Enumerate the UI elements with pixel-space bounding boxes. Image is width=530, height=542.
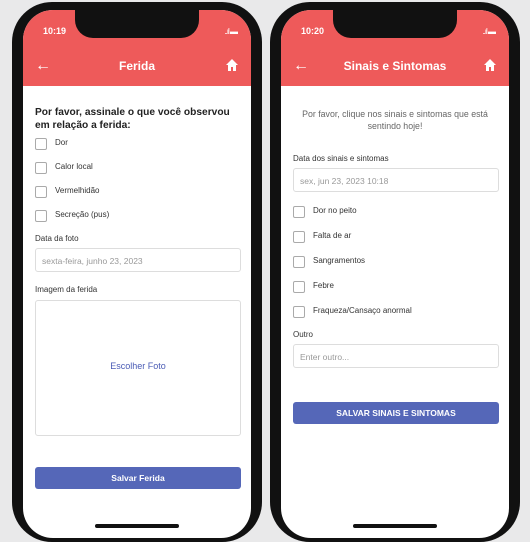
phone-frame-wound: 10:19 ..ıl ▬ ← Ferida Por favor, assinal… <box>12 2 262 542</box>
home-icon[interactable] <box>483 58 497 72</box>
checkbox[interactable] <box>35 210 47 222</box>
checkbox-label: Dor no peito <box>313 206 357 215</box>
checkbox[interactable] <box>35 162 47 174</box>
app-header: ← Ferida <box>23 48 251 86</box>
checkbox-label: Calor local <box>55 162 93 171</box>
wound-image-label: Imagem da ferida <box>35 285 98 294</box>
notch <box>333 10 457 38</box>
signal-icon: ..ıl ▬ <box>224 27 238 36</box>
checkbox-label: Secreção (pus) <box>55 210 110 219</box>
wound-question: Por favor, assinale o que você observou … <box>35 107 230 131</box>
checkbox-label: Dor <box>55 138 68 147</box>
photo-date-field[interactable]: sexta-feira, junho 23, 2023 <box>35 248 241 272</box>
home-indicator <box>353 524 437 528</box>
notch <box>75 10 199 38</box>
wound-screen: 10:19 ..ıl ▬ ← Ferida Por favor, assinal… <box>23 10 251 538</box>
page-title: Ferida <box>118 59 155 73</box>
status-time: 10:20 <box>301 26 325 36</box>
symptoms-intro: Por favor, clique nos sinais e sintomas … <box>302 109 488 131</box>
symptoms-screen: 10:20 ..ıl ▬ ← Sinais e Sintomas Por fav… <box>281 10 509 538</box>
save-symptoms-button[interactable]: SALVAR SINAIS E SINTOMAS <box>293 402 499 424</box>
checkbox-label: Sangramentos <box>313 256 366 265</box>
home-indicator <box>95 524 179 528</box>
other-label: Outro <box>293 330 314 339</box>
symptoms-date-label: Data dos sinais e sintomas <box>293 154 389 163</box>
symptoms-form: Por favor, clique nos sinais e sintomas … <box>281 86 509 538</box>
phone-frame-symptoms: 10:20 ..ıl ▬ ← Sinais e Sintomas Por fav… <box>270 2 520 542</box>
status-time: 10:19 <box>43 26 67 36</box>
status-bar: 10:20 ..ıl ▬ <box>281 10 509 48</box>
wound-image-box[interactable]: Escolher Foto <box>35 300 241 436</box>
checkbox[interactable] <box>293 281 305 293</box>
checkbox-label: Vermelhidão <box>55 186 100 195</box>
checkbox-label: Fraqueza/Cansaço anormal <box>313 306 412 315</box>
symptoms-date-field[interactable]: sex, jun 23, 2023 10:18 <box>293 168 499 192</box>
checkbox-label: Falta de ar <box>313 231 352 240</box>
photo-date-label: Data da foto <box>35 234 79 243</box>
other-input[interactable]: Enter outro... <box>293 344 499 368</box>
checkbox[interactable] <box>293 256 305 268</box>
status-bar: 10:19 ..ıl ▬ <box>23 10 251 48</box>
page-title: Sinais e Sintomas <box>343 59 447 73</box>
checkbox[interactable] <box>293 306 305 318</box>
app-header: ← Sinais e Sintomas <box>281 48 509 86</box>
wound-form: Por favor, assinale o que você observou … <box>23 86 251 538</box>
checkbox-label: Febre <box>313 281 334 290</box>
choose-photo-link[interactable]: Escolher Foto <box>36 361 240 371</box>
home-icon[interactable] <box>225 58 239 72</box>
checkbox[interactable] <box>35 186 47 198</box>
checkbox[interactable] <box>293 231 305 243</box>
checkbox[interactable] <box>293 206 305 218</box>
save-wound-button[interactable]: Salvar Ferida <box>35 467 241 489</box>
checkbox[interactable] <box>35 138 47 150</box>
signal-icon: ..ıl ▬ <box>482 27 496 36</box>
